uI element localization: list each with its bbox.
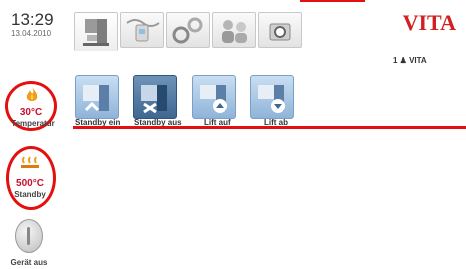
tab-settings[interactable] [166,12,210,48]
camera-icon [269,23,291,41]
heating-icon [21,156,39,168]
highlight-underline [73,126,466,129]
temperature-value: 30°C [19,107,43,118]
standby-on-icon [83,85,109,112]
power-label: Gerät aus [10,258,48,267]
standby-on-button[interactable] [75,75,119,119]
tab-users[interactable] [212,12,256,48]
users-icon [222,20,247,43]
highlight-underline-top [300,0,365,2]
furnace-icon [83,19,109,46]
firing-chamber-icon [126,19,160,42]
lift-up-icon [200,85,227,113]
standby-off-icon [141,85,167,114]
lift-down-icon [258,85,285,113]
lift-down-button[interactable] [250,75,294,119]
standby-temperature-value: 500°C [16,178,44,189]
standby-label: Standby [14,190,46,199]
power-button[interactable] [15,219,43,253]
temperature-label: Temperatur [11,119,55,128]
power-icon [27,227,30,245]
gear-icon [172,17,203,44]
brand-logo: VITA [402,10,456,35]
clock-date: 13.04.2010 [11,29,52,38]
user-indicator: 1 ♟ VITA [393,56,427,65]
lift-up-button[interactable] [192,75,236,119]
tab-furnace[interactable] [74,12,118,51]
tab-camera[interactable] [258,12,302,48]
tab-firing[interactable] [120,12,164,48]
clock-time: 13:29 [11,10,54,29]
flame-icon [26,87,38,101]
standby-off-button[interactable] [133,75,177,119]
